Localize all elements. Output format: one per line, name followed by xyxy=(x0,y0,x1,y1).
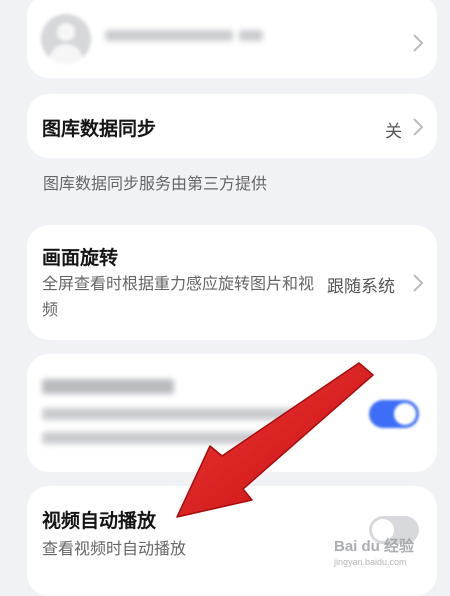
blurred-setting-toggle[interactable] xyxy=(369,400,419,428)
account-name-blurred xyxy=(105,30,233,41)
avatar xyxy=(41,14,91,64)
watermark: Bai du 经验 jingyan.baidu.com xyxy=(334,535,414,567)
blurred-setting-row[interactable] xyxy=(27,354,437,472)
rotation-title: 画面旋转 xyxy=(42,247,119,269)
chevron-right-icon xyxy=(413,274,424,292)
watermark-subtext: jingyan.baidu.com xyxy=(334,557,407,567)
gallery-sync-footnote: 图库数据同步服务由第三方提供 xyxy=(43,174,268,193)
account-card[interactable] xyxy=(27,0,437,78)
watermark-text: Bai du 经验 xyxy=(334,538,415,555)
blurred-setting-title xyxy=(42,379,174,394)
blurred-setting-desc-line-1 xyxy=(42,408,320,420)
video-autoplay-description: 查看视频时自动播放 xyxy=(42,539,187,558)
gallery-sync-title: 图库数据同步 xyxy=(42,118,157,140)
chevron-right-icon xyxy=(413,118,424,136)
blurred-setting-desc-line-2 xyxy=(42,432,292,444)
gallery-sync-value: 关 xyxy=(385,122,402,142)
chevron-right-icon xyxy=(413,34,424,52)
rotation-description: 全屏查看时根据重力感应旋转图片和视频 xyxy=(42,274,315,319)
account-name-blurred-2 xyxy=(239,30,263,41)
video-autoplay-title: 视频自动播放 xyxy=(42,510,157,532)
rotation-value: 跟随系统 xyxy=(327,277,395,297)
gallery-sync-row[interactable]: 图库数据同步 关 xyxy=(27,94,437,158)
rotation-row[interactable]: 画面旋转 全屏查看时根据重力感应旋转图片和视频 跟随系统 xyxy=(27,225,437,340)
